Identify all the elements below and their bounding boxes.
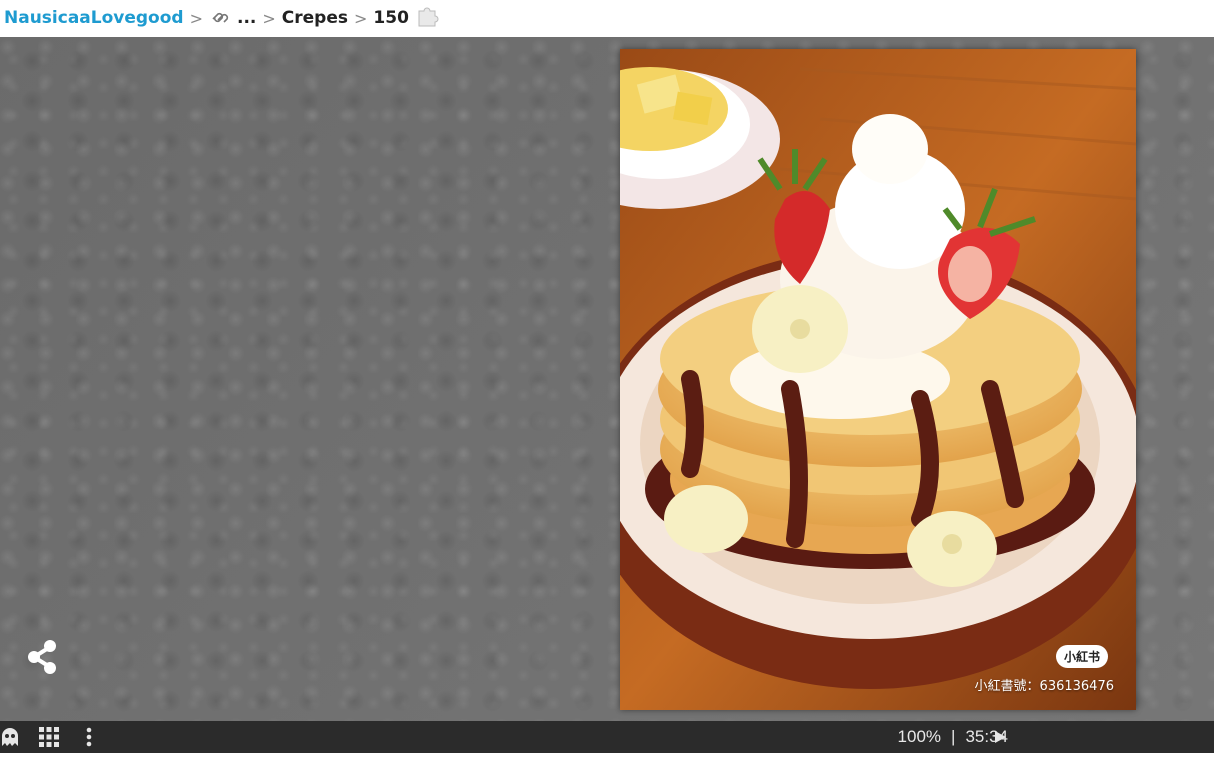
grid-icon[interactable] [36,721,62,753]
chevron-right-icon: > [189,8,203,28]
puzzle-preview-image[interactable]: 小紅书 小紅書號：636136476 [620,49,1136,710]
watermark-badge: 小紅书 [1055,645,1108,668]
edge-icon[interactable] [0,641,6,671]
breadcrumb-collection[interactable]: Crepes [282,8,348,28]
share-icon[interactable] [22,637,62,677]
ghost-icon[interactable] [0,721,22,753]
page-bottom-strip [0,753,1214,762]
bottom-toolbar: 100% | 35:34 [0,721,1214,753]
chevron-right-icon: > [262,8,276,28]
breadcrumb: NausicaaLovegood > ... > Crepes > 150 [0,0,1214,36]
breadcrumb-ellipsis[interactable]: ... [237,8,256,28]
link-icon[interactable] [209,8,231,28]
play-icon[interactable] [990,721,1010,753]
breadcrumb-piece-count: 150 [373,8,409,28]
chevron-right-icon: > [354,8,368,28]
breadcrumb-user-link[interactable]: NausicaaLovegood [4,8,184,28]
more-vertical-icon[interactable] [80,721,98,753]
status-divider: | [951,727,956,746]
puzzle-stage[interactable]: 小紅书 小紅書號：636136476 [0,37,1214,721]
puzzle-piece-icon [415,4,439,33]
watermark-text: 小紅書號：636136476 [974,679,1114,694]
zoom-level[interactable]: 100% [898,727,941,747]
